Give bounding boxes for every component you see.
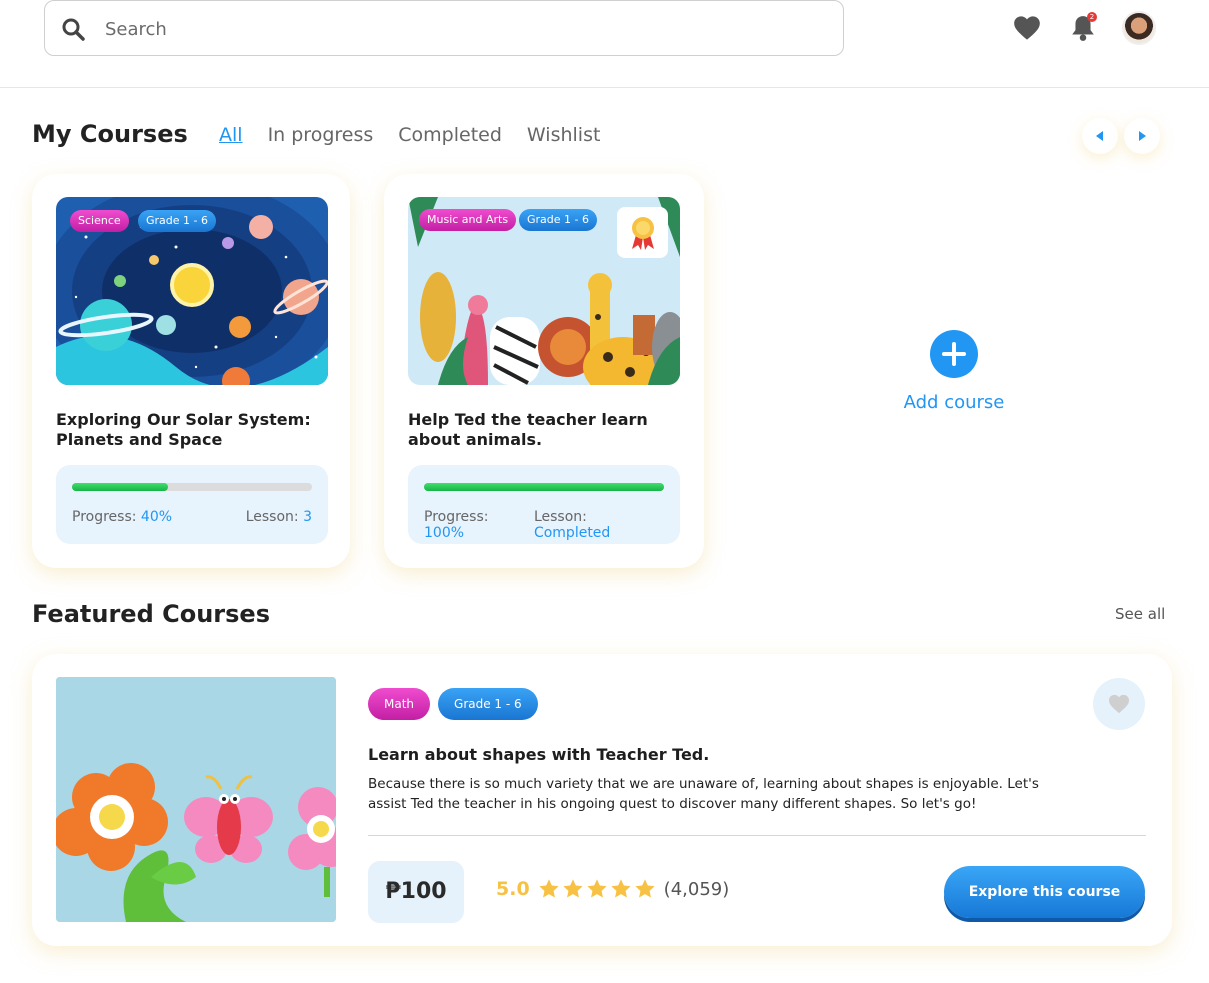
featured-course-image <box>56 677 336 922</box>
featured-course-title: Learn about shapes with Teacher Ted. <box>368 745 710 764</box>
caret-left-icon <box>1096 131 1103 141</box>
progress-value: 100% <box>424 525 465 541</box>
completion-badge <box>617 207 668 258</box>
star-icon <box>635 879 655 898</box>
star-icon <box>539 879 559 898</box>
top-bar: 2 <box>0 0 1209 88</box>
lesson-label: Lesson: <box>533 509 587 525</box>
add-course-label: Add course <box>903 392 1005 413</box>
avatar[interactable] <box>1122 11 1156 45</box>
featured-course-card: Math Grade 1 - 6 Learn about shapes with… <box>32 654 1172 946</box>
progress-info: Progress: 40% <box>72 509 172 525</box>
tab-all[interactable]: All <box>219 124 243 146</box>
add-course-button[interactable]: Add course <box>880 330 1028 413</box>
progress-row: Progress: 40% Lesson: 3 <box>72 509 312 525</box>
favorites-button[interactable] <box>1011 12 1043 44</box>
progress-row: Progress: 100% Lesson: Completed <box>424 509 664 541</box>
review-count: (4,059) <box>663 878 730 900</box>
featured-tags: Math Grade 1 - 6 <box>368 688 538 720</box>
progress-panel: Progress: 100% Lesson: Completed <box>408 465 680 544</box>
lesson-info: Lesson: 3 <box>246 509 312 525</box>
course-thumbnail-animals: Music and Arts Grade 1 - 6 <box>408 197 680 385</box>
course-tabs: All In progress Completed Wishlist <box>219 124 600 146</box>
rating-stars <box>538 878 656 900</box>
plus-icon <box>930 330 978 378</box>
course-thumbnail-solar-system: Science Grade 1 - 6 <box>56 197 328 385</box>
progress-value: 40% <box>140 509 173 525</box>
notifications-button[interactable]: 2 <box>1067 12 1099 44</box>
rating: 5.0 (4,059) <box>496 878 729 900</box>
subject-tag: Music and Arts <box>419 209 517 231</box>
progress-bar-fill <box>72 483 168 491</box>
heart-icon <box>1014 16 1040 40</box>
search-icon <box>62 18 85 41</box>
lesson-value: Completed <box>533 525 611 541</box>
search-input[interactable] <box>105 13 805 45</box>
featured-courses-title: Featured Courses <box>32 600 270 628</box>
tab-wishlist[interactable]: Wishlist <box>527 124 601 146</box>
carousel-prev-button[interactable] <box>1082 118 1118 154</box>
award-ribbon-icon <box>631 216 654 250</box>
lesson-value: 3 <box>303 509 312 525</box>
search-box[interactable] <box>44 0 844 56</box>
heart-icon <box>1109 694 1129 714</box>
explore-course-button[interactable]: Explore this course <box>944 866 1145 918</box>
carousel-next-button[interactable] <box>1124 118 1160 154</box>
divider <box>368 835 1146 836</box>
lesson-info: Lesson: Completed <box>534 509 664 541</box>
rating-score: 5.0 <box>496 878 530 900</box>
my-courses-title: My Courses <box>32 120 188 148</box>
star-icon <box>611 879 631 898</box>
grade-tag: Grade 1 - 6 <box>519 209 597 231</box>
price-tag: ₱100 <box>368 861 464 923</box>
progress-bar-fill <box>424 483 664 491</box>
progress-label: Progress: <box>72 509 137 525</box>
progress-panel: Progress: 40% Lesson: 3 <box>56 465 328 544</box>
star-icon <box>587 879 607 898</box>
star-icon <box>563 879 583 898</box>
progress-info: Progress: 100% <box>424 509 530 541</box>
grade-tag: Grade 1 - 6 <box>438 688 538 720</box>
tab-completed[interactable]: Completed <box>398 124 502 146</box>
course-card[interactable]: Music and Arts Grade 1 - 6 Help Ted the … <box>384 174 704 568</box>
see-all-link[interactable]: See all <box>1115 605 1165 623</box>
notification-badge: 2 <box>1087 12 1097 22</box>
progress-bar <box>424 483 664 491</box>
subject-tag: Math <box>368 688 431 720</box>
progress-bar <box>72 483 312 491</box>
tab-in-progress[interactable]: In progress <box>268 124 374 146</box>
featured-course-description: Because there is so much variety that we… <box>368 776 1039 812</box>
course-title: Help Ted the teacher learn about animals… <box>408 410 648 449</box>
wishlist-button[interactable] <box>1093 678 1145 730</box>
course-card[interactable]: Science Grade 1 - 6 Exploring Our Solar … <box>32 174 350 568</box>
course-title: Exploring Our Solar System: Planets and … <box>56 410 311 449</box>
progress-label: Progress: <box>424 509 489 525</box>
grade-tag: Grade 1 - 6 <box>138 210 216 232</box>
caret-right-icon <box>1139 131 1146 141</box>
subject-tag: Science <box>70 210 129 232</box>
lesson-label: Lesson: <box>245 509 299 525</box>
